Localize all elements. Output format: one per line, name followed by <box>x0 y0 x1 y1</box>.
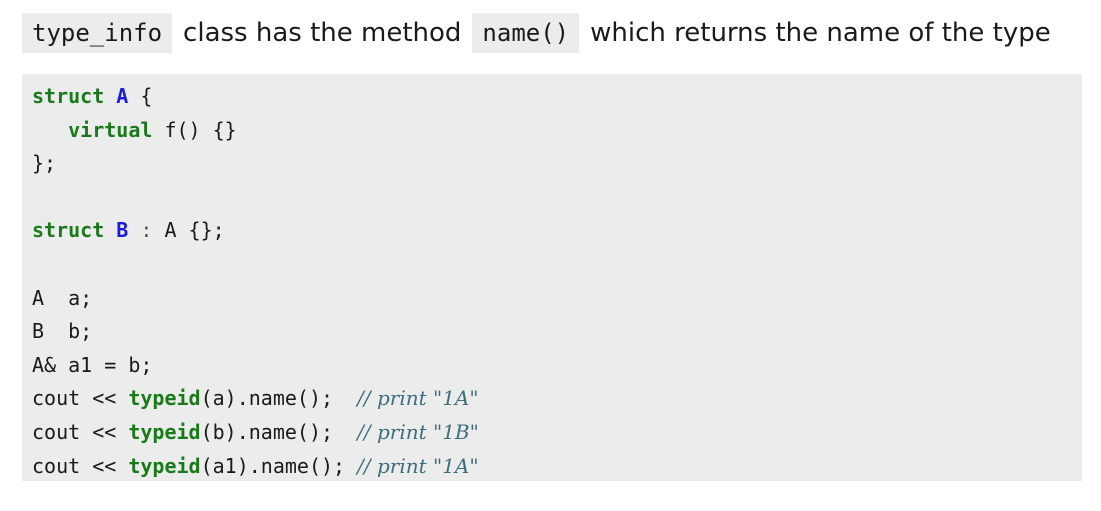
keyword-struct: struct <box>32 84 105 108</box>
code-text: f() {} <box>152 117 237 142</box>
intro-text-part2: which returns the name of the type <box>590 18 1051 48</box>
code-text: A {}; <box>164 218 225 243</box>
type-info-term: type_info <box>22 13 173 53</box>
keyword-virtual: virtual <box>68 117 153 142</box>
keyword-struct: struct <box>32 218 105 243</box>
code-line-1: struct A { <box>32 80 1082 114</box>
intro-text-part1: class has the method <box>183 18 462 48</box>
code-line-7: A a; <box>32 285 93 310</box>
code-comment: // print "1A" <box>357 453 479 478</box>
code-line-3: }; <box>32 151 57 176</box>
code-line-11: cout << typeid(b).name(); // print "1B" <box>32 419 479 444</box>
code-comment: // print "1A" <box>357 386 479 411</box>
code-line-8: B b; <box>32 319 93 344</box>
type-name-b: B <box>116 218 129 243</box>
name-method-term: name() <box>472 13 580 53</box>
code-line-9: A& a1 = b; <box>32 352 153 377</box>
keyword-typeid: typeid <box>128 453 201 478</box>
code-line-10: cout << typeid(a).name(); // print "1A" <box>32 386 479 411</box>
keyword-typeid: typeid <box>128 419 201 444</box>
code-block: struct A { virtual f() {} }; struct B : … <box>22 74 1082 481</box>
code-line-2: virtual f() {} <box>32 114 1082 148</box>
type-name-a: A <box>116 84 129 108</box>
code-line-5: struct B : A {}; <box>32 214 1082 248</box>
code-comment: // print "1B" <box>357 419 479 444</box>
inheritance-colon: : <box>128 218 165 243</box>
keyword-typeid: typeid <box>128 386 201 411</box>
code-line-12: cout << typeid(a1).name(); // print "1A" <box>32 453 479 478</box>
intro-sentence: type_info class has the method name() wh… <box>22 13 1051 53</box>
code-text: { <box>128 84 153 108</box>
